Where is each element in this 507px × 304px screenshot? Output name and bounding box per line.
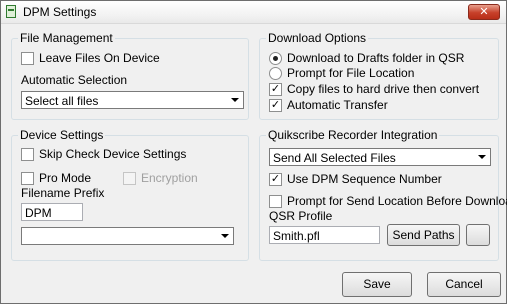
checkbox-box[interactable] — [269, 194, 282, 208]
checkbox-box[interactable] — [21, 171, 34, 185]
dpm-settings-dialog: DPM Settings ✕ File Management Leave Fil… — [0, 0, 507, 304]
extra-options-button[interactable] — [466, 224, 490, 246]
send-mode-value: Send All Selected Files — [273, 151, 396, 165]
send-mode-dropdown[interactable]: Send All Selected Files — [269, 148, 491, 166]
radio-button[interactable] — [269, 51, 282, 65]
radio-prompt-location[interactable]: Prompt for File Location — [269, 66, 414, 80]
app-icon — [6, 5, 16, 18]
chevron-down-icon[interactable] — [473, 150, 489, 164]
auto-selection-value: Select all files — [25, 94, 99, 108]
save-button[interactable]: Save — [342, 272, 412, 297]
radio-button[interactable] — [269, 66, 282, 80]
checkbox-box[interactable]: ✓ — [269, 98, 282, 112]
copy-files-label: Copy files to hard drive then convert — [287, 82, 480, 96]
device-settings-dropdown[interactable] — [21, 227, 234, 245]
leave-files-checkbox[interactable]: Leave Files On Device — [21, 51, 160, 65]
auto-selection-dropdown[interactable]: Select all files — [21, 91, 244, 109]
use-sequence-label: Use DPM Sequence Number — [287, 172, 442, 186]
use-sequence-checkbox[interactable]: ✓ Use DPM Sequence Number — [269, 172, 442, 186]
encryption-label: Encryption — [141, 171, 198, 185]
chevron-down-icon[interactable] — [226, 93, 242, 107]
auto-transfer-checkbox[interactable]: ✓ Automatic Transfer — [269, 98, 388, 112]
radio-drafts-label: Download to Drafts folder in QSR — [287, 51, 465, 65]
checkbox-box[interactable] — [21, 51, 34, 65]
prompt-send-location-checkbox[interactable]: Prompt for Send Location Before Download — [269, 194, 507, 208]
filename-prefix-input[interactable]: DPM — [21, 203, 83, 221]
leave-files-label: Leave Files On Device — [39, 51, 160, 65]
filename-prefix-label: Filename Prefix — [21, 186, 105, 200]
download-options-title: Download Options — [266, 31, 369, 45]
skip-check-checkbox[interactable]: Skip Check Device Settings — [21, 147, 186, 161]
device-settings-title: Device Settings — [18, 128, 106, 142]
checkbox-box[interactable]: ✓ — [269, 172, 282, 186]
radio-prompt-label: Prompt for File Location — [287, 66, 415, 80]
title-bar: DPM Settings ✕ — [1, 1, 506, 24]
close-button[interactable]: ✕ — [468, 4, 500, 20]
pro-mode-label: Pro Mode — [39, 171, 92, 185]
checkbox-box — [123, 171, 136, 185]
encryption-checkbox: Encryption — [123, 171, 198, 185]
auto-transfer-label: Automatic Transfer — [287, 98, 388, 112]
cancel-button[interactable]: Cancel — [427, 272, 501, 297]
qsr-profile-value: Smith.pfl — [273, 229, 320, 243]
skip-check-label: Skip Check Device Settings — [39, 147, 187, 161]
radio-download-drafts[interactable]: Download to Drafts folder in QSR — [269, 51, 464, 65]
qsr-profile-input[interactable]: Smith.pfl — [269, 226, 380, 244]
checkbox-box[interactable]: ✓ — [269, 82, 282, 96]
copy-files-checkbox[interactable]: ✓ Copy files to hard drive then convert — [269, 82, 479, 96]
qsr-integration-title: Quikscribe Recorder Integration — [266, 128, 440, 142]
send-paths-button[interactable]: Send Paths — [387, 224, 460, 246]
auto-selection-label: Automatic Selection — [21, 73, 128, 87]
pro-mode-checkbox[interactable]: Pro Mode — [21, 171, 91, 185]
filename-prefix-value: DPM — [25, 206, 52, 220]
checkbox-box[interactable] — [21, 147, 34, 161]
file-management-title: File Management — [18, 31, 115, 45]
chevron-down-icon[interactable] — [216, 229, 232, 243]
window-title: DPM Settings — [23, 5, 97, 19]
prompt-send-label: Prompt for Send Location Before Download — [287, 194, 507, 208]
qsr-profile-label: QSR Profile — [269, 209, 333, 223]
